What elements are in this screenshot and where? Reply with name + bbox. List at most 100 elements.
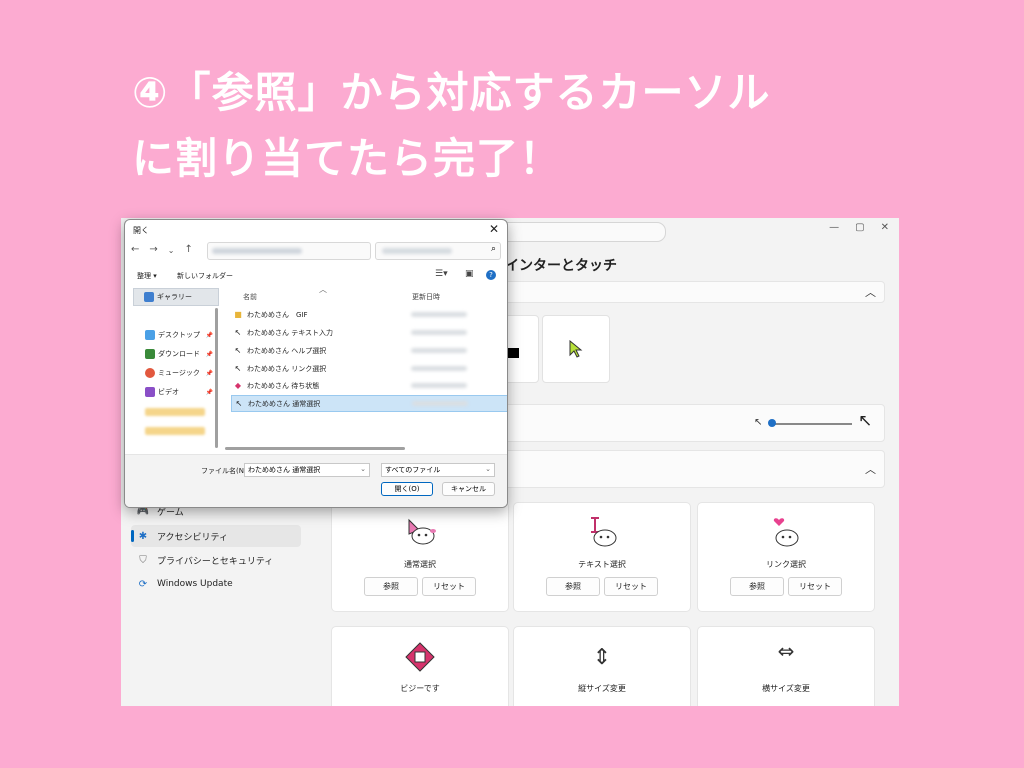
horizontal-resize-icon: ⇔: [777, 639, 795, 663]
cursor-card-vertical-resize: ⇕ 縦サイズ変更: [513, 626, 691, 706]
download-icon: [145, 349, 155, 359]
reset-button[interactable]: リセット: [422, 577, 476, 596]
sidebar-item-desktop[interactable]: デスクトップ 📌: [133, 327, 217, 343]
window-controls: — ▢ ✕: [829, 222, 889, 233]
filetype-select[interactable]: すべてのファイル ⌄: [381, 463, 495, 477]
small-cursor-icon: ↖: [754, 417, 763, 428]
pin-icon: 📌: [205, 369, 213, 377]
slider-thumb[interactable]: [768, 419, 776, 427]
sidebar-item-windows-update[interactable]: ⟳ Windows Update: [131, 573, 301, 595]
pin-icon: 📌: [205, 331, 213, 339]
file-name: わためめさん リンク選択: [247, 364, 327, 373]
sidebar-item-label: デスクトップ: [158, 331, 200, 339]
cursor-card-label: リンク選択: [766, 560, 806, 569]
file-row[interactable]: ↖ わためめさん ヘルプ選択: [231, 343, 507, 358]
pin-icon: 📌: [205, 388, 213, 396]
reset-button[interactable]: リセット: [788, 577, 842, 596]
cursor-card-label: 通常選択: [404, 560, 436, 569]
cursor-preview-text: [514, 515, 690, 551]
back-arrow-icon[interactable]: ←: [131, 244, 139, 255]
sidebar-item-privacy[interactable]: ⛉ プライバシーとセキュリティ: [131, 549, 301, 571]
column-header-name[interactable]: 名前: [243, 292, 257, 302]
dialog-close-button[interactable]: ✕: [489, 222, 499, 236]
close-button[interactable]: ✕: [881, 222, 889, 233]
cursor-file-icon: ↖: [235, 399, 243, 408]
browse-button[interactable]: 参照: [730, 577, 784, 596]
headline-line-2: に割り当てたら完了！: [132, 134, 563, 183]
maximize-button[interactable]: ▢: [855, 222, 864, 233]
file-row[interactable]: ↖ わためめさん リンク選択: [231, 361, 507, 376]
organize-menu[interactable]: 整理 ▾: [137, 271, 157, 281]
browse-button[interactable]: 参照: [364, 577, 418, 596]
dialog-search-input[interactable]: ⌕: [375, 242, 501, 260]
column-header-date[interactable]: 更新日時: [412, 292, 440, 302]
sidebar-item-gallery[interactable]: ギャラリー: [133, 288, 219, 306]
preview-pane-icon[interactable]: ▣: [465, 269, 474, 279]
video-icon: [145, 387, 155, 397]
help-icon[interactable]: ?: [486, 270, 496, 280]
file-date-blurred: [411, 312, 467, 317]
file-row[interactable]: ◆ わためめさん 待ち状態: [231, 378, 507, 393]
file-date-blurred: [411, 383, 467, 388]
sidebar-item-label: ビデオ: [158, 388, 179, 396]
vertical-resize-icon: ⇕: [592, 644, 612, 670]
chevron-down-icon[interactable]: ⌄: [168, 244, 175, 255]
file-date-blurred: [411, 366, 467, 371]
cursor-card-label: 横サイズ変更: [762, 684, 810, 693]
filetype-value: すべてのファイル: [385, 466, 441, 474]
file-name: わためめさん 待ち状態: [247, 381, 320, 390]
view-options-icon[interactable]: ☰▾: [435, 269, 448, 279]
windows-update-icon: ⟳: [138, 578, 148, 590]
file-list: 名前 更新日時 ︿ ■ わためめさん GIF ↖ わためめさん テキスト入力 ↖…: [225, 284, 507, 454]
sidebar-item-label: ミュージック: [158, 369, 200, 377]
cursor-card-horizontal-resize: ⇔ 横サイズ変更: [697, 626, 875, 706]
up-arrow-icon[interactable]: ↑: [184, 244, 192, 255]
file-name: わためめさん ヘルプ選択: [247, 346, 327, 355]
desktop-icon: [145, 330, 155, 340]
chevron-down-icon: ⌄: [485, 465, 491, 473]
gallery-icon: [144, 292, 154, 302]
file-name: わためめさん テキスト入力: [247, 328, 334, 337]
file-date-blurred: [411, 348, 467, 353]
cursor-style-tile-custom[interactable]: [542, 315, 610, 383]
reset-button[interactable]: リセット: [604, 577, 658, 596]
forward-arrow-icon[interactable]: →: [149, 244, 157, 255]
sidebar-item-downloads[interactable]: ダウンロード 📌: [133, 346, 217, 362]
page-title: インターとタッチ: [505, 258, 617, 274]
dialog-title: 開く: [133, 226, 149, 235]
cursor-preview-link: [698, 515, 874, 551]
sidebar-item-label: プライバシーとセキュリティ: [157, 556, 274, 567]
pin-icon: 📌: [205, 350, 213, 358]
headline-line-1: ④「参照」から対応するカーソル: [132, 68, 771, 117]
cursor-card-link: リンク選択 参照 リセット: [697, 502, 875, 612]
file-row-selected[interactable]: ↖ わためめさん 通常選択: [231, 395, 507, 412]
filename-input[interactable]: わためめさん 通常選択 ⌄: [244, 463, 370, 477]
cursor-preview-normal: [332, 515, 508, 551]
sidebar-item-accessibility[interactable]: ✱ アクセシビリティ: [131, 525, 301, 547]
file-list-scrollbar[interactable]: [225, 447, 405, 450]
cancel-button[interactable]: キャンセル: [442, 482, 495, 496]
browse-button[interactable]: 参照: [546, 577, 600, 596]
address-bar[interactable]: [207, 242, 371, 260]
open-file-dialog: 開く ✕ ← → ⌄ ↑ ⌕ 整理 ▾ 新しいフォルダー ☰▾ ▣ ? ギャラリ…: [124, 219, 508, 508]
open-button[interactable]: 開く(O): [381, 482, 433, 496]
cursor-preview-black: [507, 348, 519, 358]
cursor-size-slider[interactable]: [772, 423, 852, 425]
accessibility-icon: ✱: [138, 530, 148, 542]
sidebar-item-videos[interactable]: ビデオ 📌: [133, 384, 217, 400]
new-folder-button[interactable]: 新しいフォルダー: [177, 271, 233, 281]
cursor-card-normal: 通常選択 参照 リセット: [331, 502, 509, 612]
chevron-down-icon[interactable]: ⌄: [360, 465, 366, 473]
cursor-file-icon: ↖: [234, 364, 242, 373]
cursor-arrow-icon: [569, 340, 583, 358]
cursor-card-label: ビジーです: [400, 684, 440, 693]
filename-value: わためめさん 通常選択: [248, 466, 321, 474]
file-row[interactable]: ■ わためめさん GIF: [231, 307, 507, 322]
minimize-button[interactable]: —: [829, 222, 839, 233]
sidebar-item-music[interactable]: ミュージック 📌: [133, 365, 217, 381]
folder-icon: ■: [234, 310, 242, 319]
sidebar-scrollbar[interactable]: [215, 308, 218, 448]
file-row[interactable]: ↖ わためめさん テキスト入力: [231, 325, 507, 340]
cursor-card-text: テキスト選択 参照 リセット: [513, 502, 691, 612]
file-name: わためめさん GIF: [247, 310, 308, 319]
